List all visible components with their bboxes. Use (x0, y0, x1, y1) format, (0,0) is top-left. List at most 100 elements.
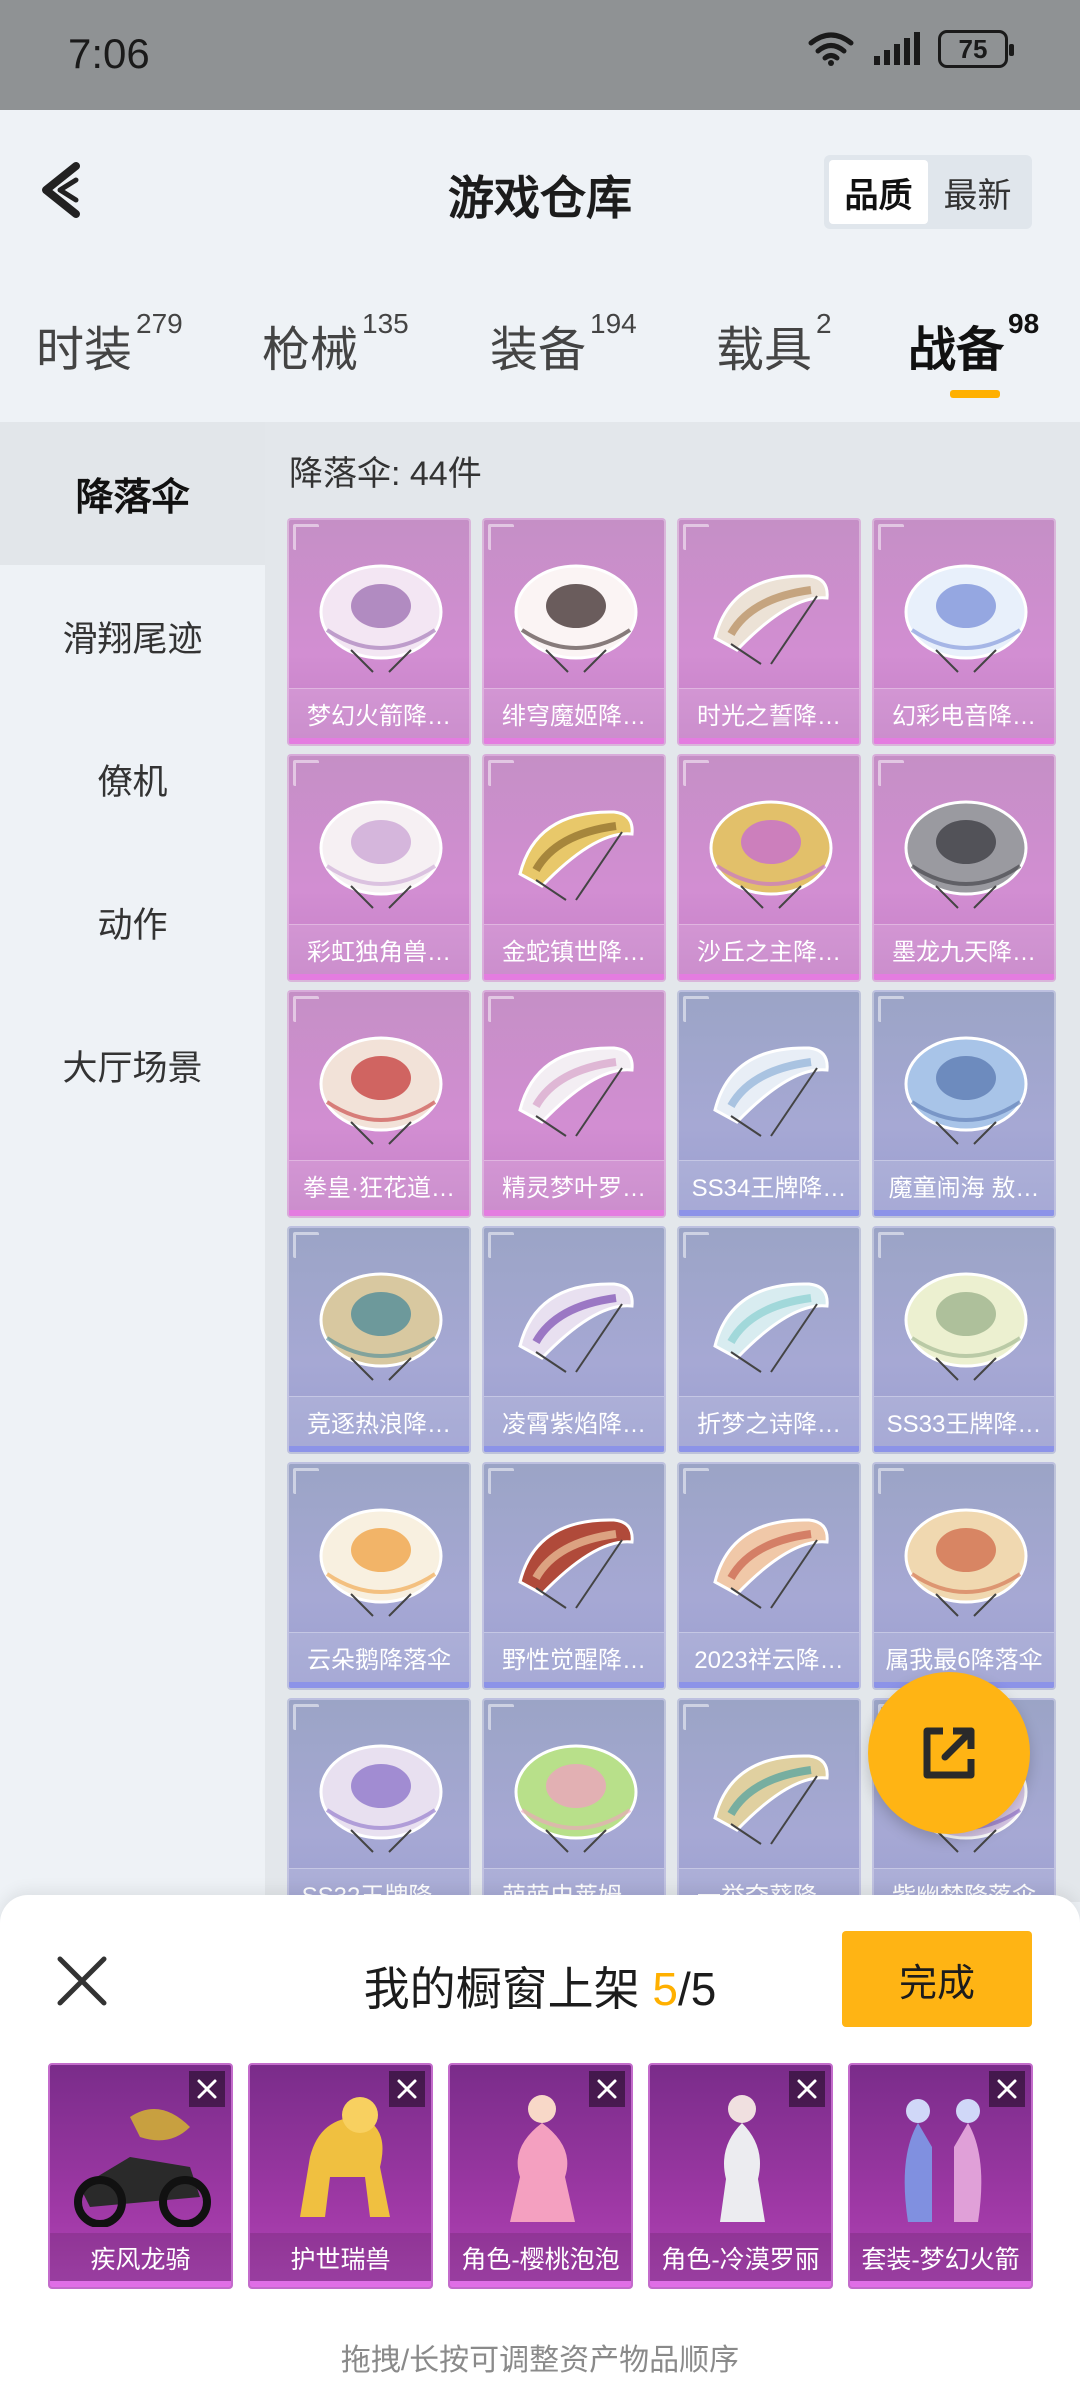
item-name: 梦幻火箭降… (289, 688, 469, 744)
item-card[interactable]: 沙丘之主降… (677, 754, 861, 982)
showcase-item-name: 角色-冷漠罗丽 (650, 2233, 831, 2287)
item-name: 折梦之诗降… (679, 1396, 859, 1452)
showcase-item[interactable]: 护世瑞兽 (248, 2063, 433, 2289)
parachute-icon (518, 810, 634, 901)
showcase-title-text: 我的橱窗上架 (363, 1963, 653, 2015)
parachute-icon (709, 800, 833, 909)
remove-item-button[interactable] (589, 2071, 625, 2107)
item-name: SS34王牌降… (679, 1160, 859, 1216)
item-card[interactable]: 萌萌史莱姆… (482, 1698, 666, 1902)
item-name: 绯穹魔姬降… (484, 688, 664, 744)
parachute-icon (518, 1282, 634, 1373)
parachute-icon (713, 574, 829, 665)
item-card[interactable]: 精灵梦叶罗… (482, 990, 666, 1218)
item-name: 2023祥云降… (679, 1632, 859, 1688)
showcase-item-name: 护世瑞兽 (250, 2233, 431, 2287)
item-card[interactable]: 绯穹魔姬降… (482, 518, 666, 746)
item-name: 拳皇·狂花道… (289, 1160, 469, 1216)
remove-item-button[interactable] (389, 2071, 425, 2107)
item-card[interactable]: 一举夺葵降… (677, 1698, 861, 1902)
signal-icon (874, 32, 920, 65)
tab-label: 枪械 (262, 324, 359, 377)
item-card[interactable]: 凌霄紫焰降… (482, 1226, 666, 1454)
parachute-icon (518, 1518, 634, 1609)
tab-count: 194 (590, 308, 637, 339)
showcase-item[interactable]: 角色-冷漠罗丽 (648, 2063, 833, 2289)
item-name: 墨龙九天降… (874, 924, 1054, 980)
item-card[interactable]: 墨龙九天降… (872, 754, 1056, 982)
showcase-item-name: 套装-梦幻火箭 (850, 2233, 1031, 2287)
parachute-icon (518, 1046, 634, 1137)
item-card[interactable]: 2023祥云降… (677, 1462, 861, 1690)
tab-equipment[interactable]: 装备194 (490, 308, 637, 380)
item-card[interactable]: 魔童闹海 敖… (872, 990, 1056, 1218)
tab-label: 战备 (908, 324, 1005, 377)
showcase-total-count: /5 (678, 1963, 717, 2015)
item-card[interactable]: SS34王牌降… (677, 990, 861, 1218)
sort-toggle: 品质 最新 (824, 155, 1032, 229)
item-name: 金蛇镇世降… (484, 924, 664, 980)
remove-item-button[interactable] (989, 2071, 1025, 2107)
close-icon (797, 2079, 817, 2099)
item-card[interactable]: 时光之誓降… (677, 518, 861, 746)
remove-item-button[interactable] (789, 2071, 825, 2107)
showcase-item-name: 角色-樱桃泡泡 (450, 2233, 631, 2287)
tab-fashion[interactable]: 时装279 (36, 308, 183, 380)
showcase-item-name: 疾风龙骑 (50, 2233, 231, 2287)
status-bar: 7:06 75 (0, 0, 1080, 110)
done-button[interactable]: 完成 (842, 1931, 1032, 2027)
showcase-item-image (904, 2099, 982, 2222)
parachute-icon (904, 564, 1028, 673)
tab-vehicles[interactable]: 载具2 (716, 308, 832, 380)
item-card[interactable]: 折梦之诗降… (677, 1226, 861, 1454)
tab-active-indicator (950, 390, 1000, 398)
showcase-item[interactable]: 疾风龙骑 (48, 2063, 233, 2289)
showcase-current-count: 5 (652, 1963, 678, 2015)
close-icon (997, 2079, 1017, 2099)
sidebar-item-lobby-scene[interactable]: 大厅场景 (0, 994, 265, 1137)
parachute-icon (713, 1282, 829, 1373)
item-card[interactable]: SS33王牌降… (872, 1226, 1056, 1454)
tab-count: 2 (816, 308, 832, 339)
parachute-icon (713, 1046, 829, 1137)
item-card[interactable]: 属我最6降落伞 (872, 1462, 1056, 1690)
parachute-icon (319, 1744, 443, 1853)
item-card[interactable]: 拳皇·狂花道… (287, 990, 471, 1218)
item-card[interactable]: 幻彩电音降… (872, 518, 1056, 746)
item-card[interactable]: 金蛇镇世降… (482, 754, 666, 982)
sidebar-item-emote[interactable]: 动作 (0, 851, 265, 994)
parachute-icon (514, 1744, 638, 1853)
item-card[interactable]: 竞逐热浪降… (287, 1226, 471, 1454)
tab-label: 载具 (716, 324, 813, 377)
battery-level: 75 (958, 33, 988, 64)
status-time: 7:06 (68, 30, 150, 77)
sidebar-item-glide-trail[interactable]: 滑翔尾迹 (0, 565, 265, 708)
item-card[interactable]: 梦幻火箭降… (287, 518, 471, 746)
tab-label: 装备 (490, 324, 587, 377)
item-name: SS33王牌降… (874, 1396, 1054, 1452)
share-icon (923, 1727, 975, 1779)
parachute-icon (904, 1036, 1028, 1145)
share-button[interactable] (868, 1672, 1030, 1834)
parachute-icon (713, 1518, 829, 1609)
item-count-label: 降落伞: 44件 (289, 455, 482, 493)
sort-quality-button[interactable]: 品质 (829, 160, 928, 224)
close-icon (397, 2079, 417, 2099)
sidebar-item-parachute[interactable]: 降落伞 (0, 422, 265, 565)
showcase-list: 疾风龙骑 护世瑞兽 角色-樱桃泡泡 角色-冷漠罗丽 套装-梦幻火箭 (48, 2063, 1033, 2289)
item-name: 精灵梦叶罗… (484, 1160, 664, 1216)
sort-newest-button[interactable]: 最新 (928, 160, 1027, 224)
item-card[interactable]: SS32王牌降… (287, 1698, 471, 1902)
tab-combat-gear[interactable]: 战备98 (908, 308, 1039, 398)
showcase-item[interactable]: 套装-梦幻火箭 (848, 2063, 1033, 2289)
showcase-item[interactable]: 角色-樱桃泡泡 (448, 2063, 633, 2289)
remove-item-button[interactable] (189, 2071, 225, 2107)
item-card[interactable]: 野性觉醒降… (482, 1462, 666, 1690)
status-icons: 75 (808, 30, 1014, 68)
sidebar-item-wingman[interactable]: 僚机 (0, 708, 265, 851)
tab-weapons[interactable]: 枪械135 (262, 308, 409, 380)
item-card[interactable]: 云朵鹅降落伞 (287, 1462, 471, 1690)
item-card[interactable]: 彩虹独角兽… (287, 754, 471, 982)
category-tabs: 时装279 枪械135 装备194 载具2 战备98 (0, 308, 1080, 405)
parachute-icon (319, 800, 443, 909)
